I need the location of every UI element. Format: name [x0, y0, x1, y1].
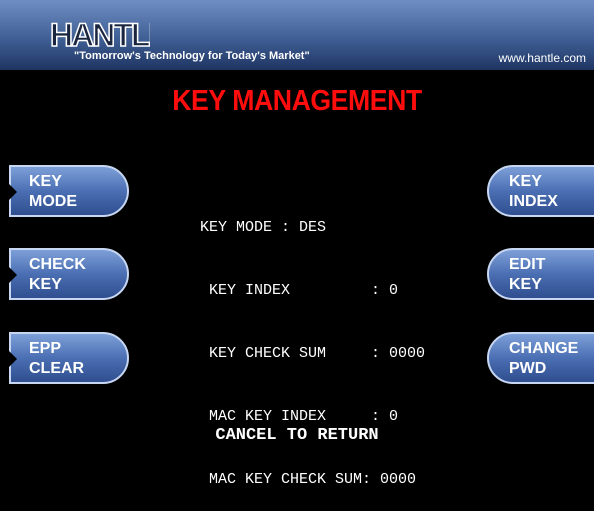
epp-clear-button[interactable]: EPP CLEAR [9, 332, 129, 384]
button-label-line2: INDEX [509, 193, 558, 210]
key-info-panel: KEY MODE : DES KEY INDEX : 0 KEY CHECK S… [200, 175, 425, 511]
key-index-button[interactable]: KEY INDEX [487, 165, 594, 217]
button-label-line1: KEY [509, 173, 542, 190]
key-index-line: KEY INDEX : 0 [200, 282, 399, 299]
left-arrow-icon [9, 351, 17, 367]
left-arrow-icon [9, 184, 17, 200]
cancel-hint: CANCEL TO RETURN [215, 426, 379, 445]
button-label-line2: MODE [29, 193, 77, 210]
mac-key-index-line: MAC KEY INDEX : 0 [200, 408, 399, 425]
left-arrow-icon [9, 267, 17, 283]
hantle-logo: HANTLE [50, 16, 150, 52]
button-label-line2: KEY [29, 276, 62, 293]
page-title: KEY MANAGEMENT [172, 85, 422, 117]
button-label-line2: KEY [509, 276, 542, 293]
website-url: www.hantle.com [498, 51, 586, 65]
button-label-line2: CLEAR [29, 360, 85, 377]
button-label-line1: EPP [29, 340, 62, 357]
change-pwd-button[interactable]: CHANGE PWD [487, 332, 594, 384]
edit-key-button[interactable]: EDIT KEY [487, 248, 594, 300]
key-mode-button[interactable]: KEY MODE [9, 165, 129, 217]
brand-text: HANTLE [50, 17, 150, 52]
button-label-line1: KEY [29, 173, 62, 190]
mac-key-check-sum-line: MAC KEY CHECK SUM: 0000 [200, 471, 417, 488]
button-label-line1: CHECK [29, 256, 86, 273]
check-key-button[interactable]: CHECK KEY [9, 248, 129, 300]
tagline: "Tomorrow's Technology for Today's Marke… [74, 50, 310, 62]
key-mode-line: KEY MODE : DES [200, 219, 327, 236]
key-check-sum-line: KEY CHECK SUM : 0000 [200, 345, 426, 362]
header-banner: HANTLE "Tomorrow's Technology for Today'… [0, 0, 594, 70]
button-label-line1: EDIT [509, 256, 546, 273]
button-label-line2: PWD [509, 360, 547, 377]
button-label-line1: CHANGE [509, 340, 579, 357]
